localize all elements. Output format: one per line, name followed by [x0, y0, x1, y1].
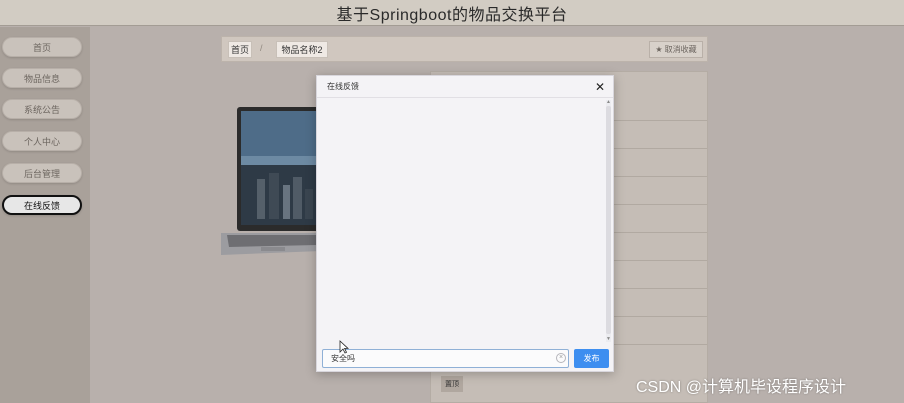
breadcrumb-home[interactable]: 首页	[228, 41, 252, 58]
sidebar-item-admin[interactable]: 后台管理	[2, 163, 82, 183]
clear-input-icon[interactable]: ×	[556, 353, 566, 363]
scrollbar-thumb[interactable]	[606, 106, 611, 334]
breadcrumb: 首页 / 物品名称2 ★ 取消收藏	[221, 36, 708, 62]
sidebar-item-personal-center[interactable]: 个人中心	[2, 131, 82, 151]
star-icon: ★	[655, 45, 663, 54]
sidebar: 首页 物品信息 系统公告 个人中心 后台管理 在线反馈	[0, 27, 90, 403]
top-header: 基于Springboot的物品交换平台	[0, 0, 904, 26]
sidebar-item-announcements[interactable]: 系统公告	[2, 99, 82, 119]
chat-scrollbar[interactable]: ▲ ▼	[606, 100, 611, 342]
close-icon[interactable]: ✕	[593, 80, 607, 94]
send-button[interactable]: 发布	[574, 349, 609, 368]
product-image	[221, 107, 321, 255]
scroll-down-icon[interactable]: ▼	[606, 337, 611, 342]
unfavorite-label: 取消收藏	[664, 45, 697, 54]
feedback-dialog: 在线反馈 ✕ ▲ ▼ × 发布	[316, 75, 614, 372]
sidebar-item-feedback[interactable]: 在线反馈	[2, 195, 82, 215]
pin-button[interactable]: 置顶	[441, 376, 463, 392]
unfavorite-button[interactable]: ★ 取消收藏	[649, 41, 703, 58]
dialog-title: 在线反馈	[327, 82, 359, 91]
feedback-input[interactable]	[322, 349, 569, 368]
mouse-cursor-icon	[339, 340, 349, 354]
breadcrumb-current: 物品名称2	[276, 41, 328, 58]
sidebar-item-items[interactable]: 物品信息	[2, 68, 82, 88]
scroll-up-icon[interactable]: ▲	[606, 100, 611, 105]
dialog-header: 在线反馈 ✕	[317, 76, 613, 98]
page-title: 基于Springboot的物品交换平台	[336, 6, 568, 24]
watermark: CSDN @计算机毕设程序设计	[636, 379, 847, 396]
chat-messages-area[interactable]	[317, 99, 607, 341]
breadcrumb-separator: /	[260, 43, 263, 53]
sidebar-item-home[interactable]: 首页	[2, 37, 82, 57]
